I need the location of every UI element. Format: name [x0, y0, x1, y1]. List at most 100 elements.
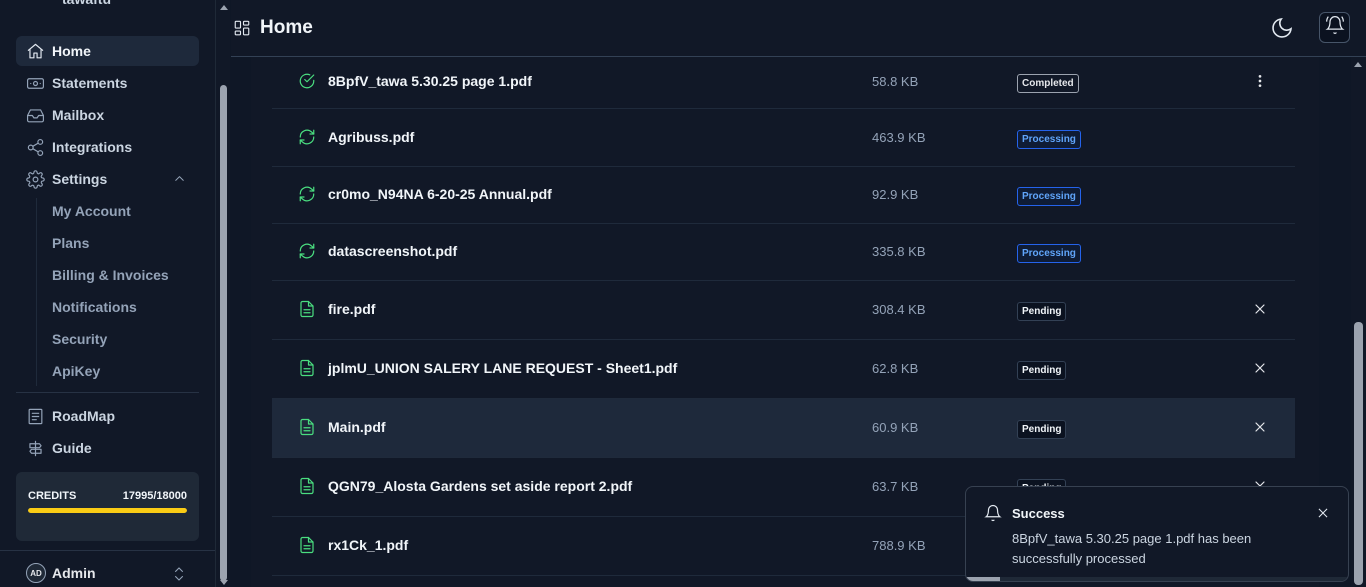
toast-progress	[966, 577, 1348, 581]
more-vertical-icon[interactable]	[1252, 73, 1268, 89]
status-badge: Completed	[1017, 74, 1079, 93]
gear-icon	[25, 169, 45, 189]
file-row[interactable]: datascreenshot.pdf 335.8 KB Processing	[272, 224, 1295, 281]
nav-statements[interactable]: Statements	[16, 68, 199, 98]
status-badge: Processing	[1017, 244, 1081, 263]
bell-icon	[984, 504, 1002, 527]
nav-guide[interactable]: Guide	[16, 433, 199, 463]
nav-guide-label: Guide	[52, 440, 92, 456]
roadmap-icon	[25, 406, 45, 426]
file-name[interactable]: cr0mo_N94NA 6-20-25 Annual.pdf	[328, 186, 552, 202]
status-badge: Pending	[1017, 361, 1067, 380]
nav-settings-label: Settings	[52, 171, 108, 187]
sidebar: tawaftu Home Statements Mailbox Integrat…	[0, 0, 215, 587]
refresh-icon	[298, 242, 316, 260]
close-icon[interactable]	[1252, 419, 1268, 435]
nav-home-label: Home	[52, 43, 91, 59]
file-name[interactable]: QGN79_Alosta Gardens set aside report 2.…	[328, 478, 632, 494]
file-icon	[298, 418, 316, 436]
main-scrollbar[interactable]	[1351, 57, 1366, 587]
credits-card: CREDITS 17995/18000	[16, 472, 199, 541]
toast-message: 8BpfV_tawa 5.30.25 page 1.pdf has been s…	[1012, 531, 1252, 566]
file-size: 58.8 KB	[872, 74, 919, 89]
sub-apikey[interactable]: ApiKey	[52, 363, 100, 379]
file-row[interactable]: 8BpfV_tawa 5.30.25 page 1.pdf 58.8 KB Comp…	[272, 57, 1295, 109]
top-header: Home	[231, 0, 1366, 57]
file-icon	[298, 300, 316, 318]
refresh-icon	[298, 185, 316, 203]
close-icon[interactable]	[1252, 301, 1268, 317]
nav-home[interactable]: Home	[16, 36, 199, 66]
check-circle-icon	[298, 72, 316, 90]
toast-title: Success	[1012, 506, 1065, 521]
page-title: Home	[260, 17, 313, 38]
nav-integrations-label: Integrations	[52, 139, 133, 155]
file-name[interactable]: fire.pdf	[328, 301, 375, 317]
sub-billing[interactable]: Billing & Invoices	[52, 267, 169, 283]
file-size: 308.4 KB	[872, 302, 926, 317]
credits-progress-fill	[28, 508, 187, 513]
file-size: 60.9 KB	[872, 420, 919, 435]
status-badge: Processing	[1017, 130, 1081, 149]
status-badge: Processing	[1017, 187, 1081, 206]
file-size: 92.9 KB	[872, 187, 919, 202]
user-menu[interactable]: AD Admin	[26, 563, 96, 583]
file-icon	[298, 477, 316, 495]
nav-mailbox[interactable]: Mailbox	[16, 100, 199, 130]
bell-ring-icon	[1324, 15, 1345, 40]
file-size: 788.9 KB	[872, 538, 926, 553]
scroll-down-arrow[interactable]	[220, 580, 228, 585]
signpost-icon	[25, 438, 45, 458]
file-row[interactable]: Main.pdf 60.9 KB Pending	[272, 399, 1295, 458]
avatar: AD	[26, 563, 46, 583]
nav-statements-label: Statements	[52, 75, 128, 91]
file-row[interactable]: fire.pdf 308.4 KB Pending	[272, 281, 1295, 340]
scroll-up-arrow[interactable]	[1354, 62, 1362, 67]
sub-notifications[interactable]: Notifications	[52, 299, 137, 315]
credits-label: CREDITS	[28, 490, 77, 502]
file-name[interactable]: Main.pdf	[328, 419, 386, 435]
file-name[interactable]: Agribuss.pdf	[328, 129, 414, 145]
file-row[interactable]: cr0mo_N94NA 6-20-25 Annual.pdf 92.9 KB Pro…	[272, 167, 1295, 224]
file-name[interactable]: jplmU_UNION SALERY LANE REQUEST - Sheet1…	[328, 360, 677, 376]
credits-progress	[28, 508, 187, 513]
chevrons-up-down-icon[interactable]	[170, 565, 188, 587]
notifications-button[interactable]	[1319, 12, 1350, 43]
theme-toggle-moon-icon[interactable]	[1270, 16, 1294, 45]
close-icon[interactable]	[1252, 360, 1268, 376]
banknote-icon	[25, 73, 45, 93]
scroll-up-arrow[interactable]	[220, 5, 228, 10]
close-icon[interactable]	[1316, 506, 1330, 525]
file-size: 335.8 KB	[872, 244, 926, 259]
nav-mailbox-label: Mailbox	[52, 107, 105, 123]
sidebar-scrollbar[interactable]	[215, 0, 230, 587]
inbox-icon	[25, 105, 45, 125]
file-icon	[298, 536, 316, 554]
nav-roadmap-label: RoadMap	[52, 408, 115, 424]
file-row[interactable]: Agribuss.pdf 463.9 KB Processing	[272, 110, 1295, 167]
file-name[interactable]: datascreenshot.pdf	[328, 243, 457, 259]
status-badge: Pending	[1017, 420, 1067, 439]
logo-text: tawaftu	[62, 0, 111, 7]
status-badge: Pending	[1017, 302, 1067, 321]
file-row[interactable]: jplmU_UNION SALERY LANE REQUEST - Sheet1…	[272, 340, 1295, 399]
success-toast: Success 8BpfV_tawa 5.30.25 page 1.pdf ha…	[965, 486, 1349, 582]
credits-value: 17995/18000	[122, 490, 187, 502]
file-size: 463.9 KB	[872, 130, 926, 145]
sidebar-divider	[16, 392, 199, 393]
sidebar-scrollbar-thumb[interactable]	[220, 85, 227, 581]
file-name[interactable]: rx1Ck_1.pdf	[328, 537, 408, 553]
sub-security[interactable]: Security	[52, 331, 107, 347]
file-name[interactable]: 8BpfV_tawa 5.30.25 page 1.pdf	[328, 73, 532, 89]
scroll-down-arrow[interactable]	[1354, 580, 1362, 585]
sub-plans[interactable]: Plans	[52, 235, 89, 251]
main-scrollbar-thumb[interactable]	[1354, 322, 1363, 585]
submenu-guide-line	[36, 198, 37, 386]
nav-settings[interactable]: Settings	[16, 164, 199, 194]
share-icon	[25, 137, 45, 157]
nav-integrations[interactable]: Integrations	[16, 132, 199, 162]
chevron-up-icon[interactable]	[172, 171, 187, 189]
sub-my-account[interactable]: My Account	[52, 203, 131, 219]
nav-roadmap[interactable]: RoadMap	[16, 401, 199, 431]
refresh-icon	[298, 128, 316, 146]
